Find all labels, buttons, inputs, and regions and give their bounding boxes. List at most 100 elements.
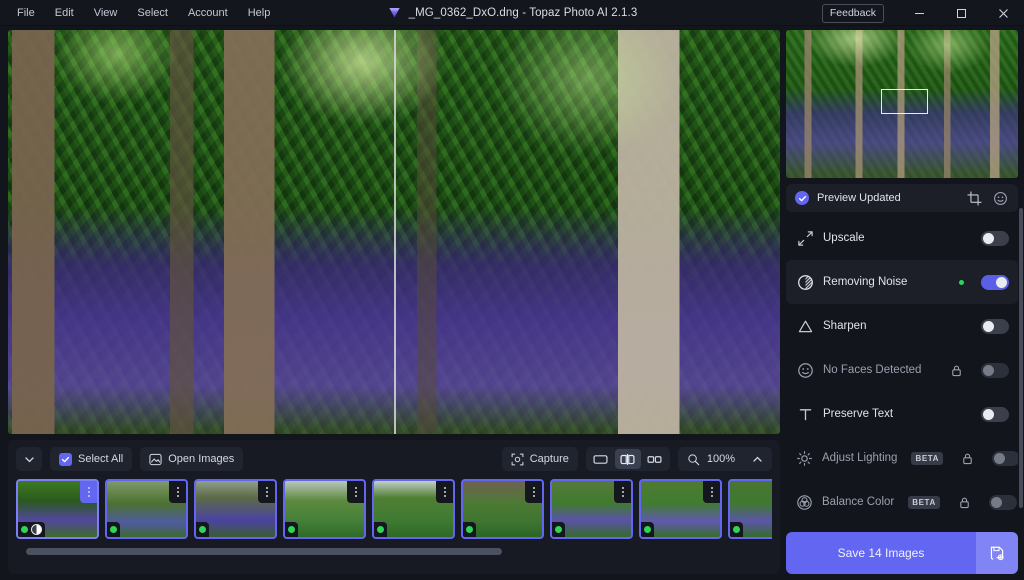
split-pane-icon[interactable] bbox=[614, 449, 641, 469]
upscale-toggle[interactable] bbox=[981, 230, 1009, 246]
thumb-status bbox=[641, 522, 654, 537]
check-circle-icon bbox=[795, 191, 809, 205]
thumb-status bbox=[18, 522, 45, 537]
enhancement-row-sharpen[interactable]: Sharpen bbox=[786, 304, 1018, 348]
list-item[interactable] bbox=[16, 479, 99, 539]
status-dot-icon bbox=[110, 526, 117, 533]
enhancement-row-no-faces-detected[interactable]: No Faces Detected bbox=[786, 348, 1018, 392]
thumb-menu-icon[interactable] bbox=[703, 481, 720, 503]
capture-label: Capture bbox=[529, 453, 569, 465]
thumb-menu-icon[interactable] bbox=[525, 481, 542, 503]
sharpen-toggle[interactable] bbox=[981, 318, 1009, 334]
list-item[interactable] bbox=[550, 479, 633, 539]
right-panel: Preview Updated Upscale Removing Noise S… bbox=[786, 26, 1024, 580]
thumb-menu-icon[interactable] bbox=[169, 481, 186, 503]
magnifier-icon bbox=[688, 453, 700, 465]
select-all-button[interactable]: Select All bbox=[50, 447, 133, 471]
adjust-lighting-toggle[interactable] bbox=[992, 450, 1018, 466]
menu-view[interactable]: View bbox=[85, 3, 127, 23]
thumb-menu-icon[interactable] bbox=[347, 481, 364, 503]
zoom-control[interactable]: 100% bbox=[677, 447, 772, 471]
status-dot-icon bbox=[733, 526, 740, 533]
status-dot-icon bbox=[199, 526, 206, 533]
menu-help[interactable]: Help bbox=[239, 3, 280, 23]
menu-account[interactable]: Account bbox=[179, 3, 237, 23]
status-badge: Preview Updated bbox=[786, 184, 1018, 212]
thumb-status bbox=[552, 522, 565, 537]
lock-icon bbox=[958, 496, 971, 509]
thumb-menu-icon[interactable] bbox=[258, 481, 275, 503]
select-all-checkbox[interactable] bbox=[59, 452, 72, 466]
collapse-filmstrip-button[interactable] bbox=[16, 447, 42, 471]
single-pane-icon[interactable] bbox=[588, 449, 614, 469]
left-column: Select All Open Images Capture 100% bbox=[0, 26, 786, 580]
dual-pane-icon[interactable] bbox=[642, 449, 668, 469]
enhancement-row-balance-color[interactable]: Balance Color BETA bbox=[786, 480, 1018, 524]
balance-color-toggle[interactable] bbox=[988, 494, 1017, 510]
enhancement-label: No Faces Detected bbox=[823, 364, 922, 376]
list-item[interactable] bbox=[461, 479, 544, 539]
title-bar: File Edit View Select Account Help _MG_0… bbox=[0, 0, 1024, 26]
navigator-preview[interactable] bbox=[786, 30, 1018, 178]
image-icon bbox=[149, 453, 162, 465]
list-item[interactable] bbox=[105, 479, 188, 539]
minimize-icon[interactable] bbox=[898, 0, 940, 26]
thumb-menu-icon[interactable] bbox=[436, 481, 453, 503]
enhancement-label: Sharpen bbox=[823, 320, 867, 332]
enhancement-row-preserve-text[interactable]: Preserve Text bbox=[786, 392, 1018, 436]
menu-edit[interactable]: Edit bbox=[46, 3, 83, 23]
enhancements-list: Upscale Removing Noise Sharpen No Faces … bbox=[786, 216, 1018, 526]
image-preview-canvas[interactable] bbox=[8, 30, 780, 434]
thumb-menu-icon[interactable] bbox=[614, 481, 631, 503]
feedback-button[interactable]: Feedback bbox=[821, 3, 884, 23]
enhancement-label: Removing Noise bbox=[823, 276, 908, 288]
thumb-status bbox=[463, 522, 476, 537]
crop-icon[interactable] bbox=[965, 189, 983, 207]
capture-button[interactable]: Capture bbox=[501, 447, 578, 471]
filmstrip-scrollbar[interactable] bbox=[16, 548, 772, 555]
list-item[interactable] bbox=[283, 479, 366, 539]
status-dot-icon bbox=[466, 526, 473, 533]
open-images-button[interactable]: Open Images bbox=[140, 447, 244, 471]
enhancement-label: Balance Color bbox=[822, 496, 895, 508]
enhancement-row-adjust-lighting[interactable]: Adjust Lighting BETA bbox=[786, 436, 1018, 480]
zoom-level-label: 100% bbox=[706, 453, 735, 465]
close-icon[interactable] bbox=[982, 0, 1024, 26]
preview-image bbox=[8, 30, 780, 434]
maximize-icon[interactable] bbox=[940, 0, 982, 26]
sun-icon bbox=[796, 449, 813, 467]
thumb-status bbox=[730, 522, 743, 537]
menu-select[interactable]: Select bbox=[128, 3, 177, 23]
filmstrip-toolbar: Select All Open Images Capture 100% bbox=[16, 446, 772, 472]
status-dot-icon bbox=[644, 526, 651, 533]
save-settings-icon[interactable] bbox=[976, 532, 1018, 574]
lock-icon bbox=[950, 364, 963, 377]
enhancement-row-upscale[interactable]: Upscale bbox=[786, 216, 1018, 260]
chevron-down-icon bbox=[24, 456, 34, 462]
preserve-text-toggle[interactable] bbox=[981, 406, 1009, 422]
save-button-label[interactable]: Save 14 Images bbox=[786, 532, 976, 574]
face-icon[interactable] bbox=[991, 189, 1009, 207]
menu-file[interactable]: File bbox=[8, 3, 44, 23]
save-button[interactable]: Save 14 Images bbox=[786, 532, 1018, 574]
enhancement-row-removing-noise[interactable]: Removing Noise bbox=[786, 260, 1018, 304]
list-item[interactable] bbox=[194, 479, 277, 539]
right-panel-scrollbar[interactable] bbox=[1019, 208, 1023, 508]
list-item[interactable] bbox=[372, 479, 455, 539]
filmstrip-scrollbar-thumb[interactable] bbox=[26, 548, 503, 555]
no-faces-detected-toggle[interactable] bbox=[981, 362, 1009, 378]
thumbnail-list[interactable] bbox=[16, 479, 772, 541]
triangle-icon bbox=[796, 317, 814, 335]
list-item[interactable] bbox=[728, 479, 772, 539]
enhancement-label: Adjust Lighting bbox=[822, 452, 898, 464]
thumb-menu-icon[interactable] bbox=[80, 481, 97, 503]
list-item[interactable] bbox=[639, 479, 722, 539]
thumb-status bbox=[107, 522, 120, 537]
menu-bar: File Edit View Select Account Help bbox=[0, 3, 279, 23]
beta-badge: BETA bbox=[911, 451, 944, 465]
select-all-label: Select All bbox=[78, 453, 124, 465]
filmstrip-panel: Select All Open Images Capture 100% bbox=[8, 440, 780, 574]
removing-noise-toggle[interactable] bbox=[981, 274, 1009, 290]
open-images-label: Open Images bbox=[168, 453, 235, 465]
noise-icon bbox=[31, 524, 42, 535]
